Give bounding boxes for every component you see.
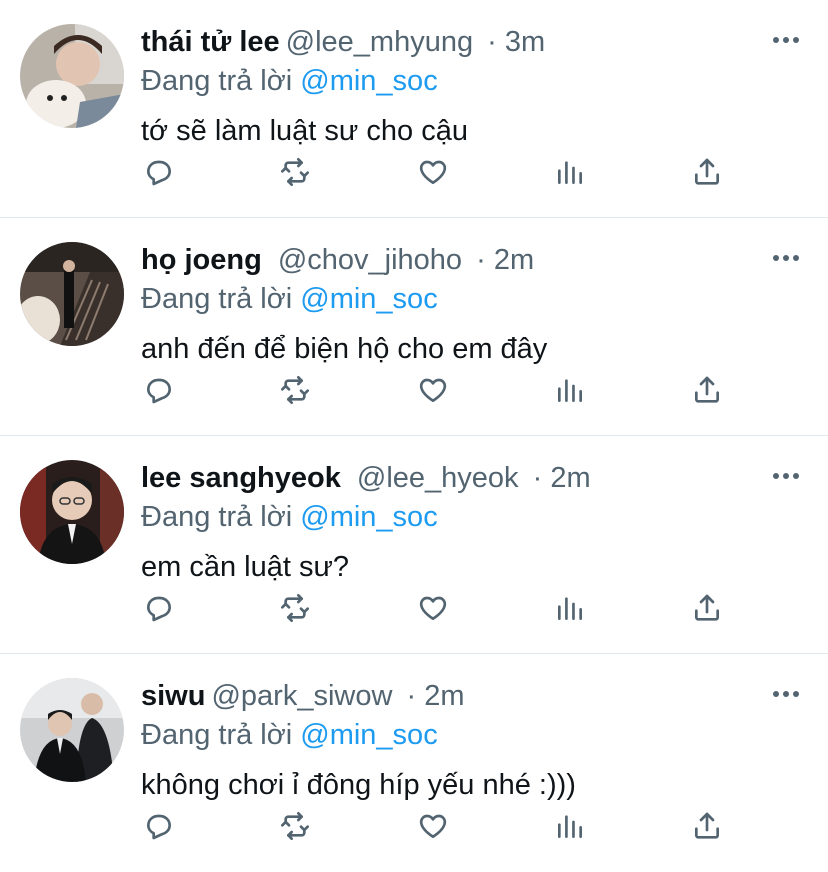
replying-to: Đang trả lời @min_soc [141, 279, 438, 319]
more-icon [773, 255, 799, 261]
tweet-text: anh đến để biện hộ cho em đây [141, 333, 548, 365]
like-button[interactable] [413, 806, 453, 846]
user-handle[interactable]: @chov_jihoho [278, 244, 462, 276]
analytics-button[interactable] [550, 152, 590, 192]
reply-icon [147, 160, 171, 186]
timestamp[interactable]: 3m [505, 26, 545, 58]
retweet-icon [281, 376, 309, 404]
retweet-button[interactable] [275, 370, 315, 410]
timestamp[interactable]: 2m [494, 244, 534, 276]
reply-icon [147, 378, 171, 404]
more-options-button[interactable] [768, 682, 804, 706]
tweet-text: không chơi ỉ đông híp yếu nhé :))) [141, 769, 576, 801]
more-icon [773, 37, 799, 43]
avatar-image-1 [20, 24, 124, 128]
mention-link[interactable]: @min_soc [300, 283, 437, 315]
tweet-1[interactable]: thái tử lee @lee_mhyung · 3m Đang trả lời… [0, 0, 828, 218]
tweet-actions [0, 588, 828, 632]
heart-icon [419, 378, 447, 402]
user-handle[interactable]: @lee_hyeok [357, 462, 519, 494]
avatar-image-3 [20, 460, 124, 564]
analytics-icon [558, 597, 582, 620]
tweet-actions [0, 152, 828, 196]
share-button[interactable] [687, 588, 727, 628]
reply-prefix: Đang trả lời [141, 501, 293, 533]
tweet-2[interactable]: họ joeng @chov_jihoho · 2m Đang trả lời @… [0, 218, 828, 436]
like-button[interactable] [413, 152, 453, 192]
share-icon [695, 812, 719, 839]
heart-icon [419, 596, 447, 620]
tweet-actions [0, 806, 828, 850]
more-icon [773, 691, 799, 697]
analytics-button[interactable] [550, 370, 590, 410]
timestamp[interactable]: 2m [550, 462, 590, 494]
more-options-button[interactable] [768, 246, 804, 270]
more-icon [773, 473, 799, 479]
mention-link[interactable]: @min_soc [300, 65, 437, 97]
more-options-button[interactable] [768, 464, 804, 488]
like-button[interactable] [413, 370, 453, 410]
share-button[interactable] [687, 370, 727, 410]
analytics-icon [558, 815, 582, 838]
share-icon [695, 376, 719, 403]
retweet-button[interactable] [275, 806, 315, 846]
share-button[interactable] [687, 152, 727, 192]
separator-dot: · [524, 462, 551, 494]
reply-prefix: Đang trả lời [141, 65, 293, 97]
share-icon [695, 158, 719, 185]
replying-to: Đang trả lời @min_soc [141, 497, 438, 537]
avatar[interactable] [20, 678, 124, 782]
reply-prefix: Đang trả lời [141, 283, 293, 315]
more-options-button[interactable] [768, 28, 804, 52]
avatar-image-2 [20, 242, 124, 346]
retweet-button[interactable] [275, 588, 315, 628]
separator-dot: · [398, 680, 425, 712]
retweet-icon [281, 594, 309, 622]
analytics-button[interactable] [550, 806, 590, 846]
analytics-icon [558, 161, 582, 184]
analytics-icon [558, 379, 582, 402]
tweet-text: tớ sẽ làm luật sư cho cậu [141, 115, 468, 147]
tweet-text: em cần luật sư? [141, 551, 350, 583]
display-name[interactable]: lee sanghyeok [141, 462, 341, 494]
share-icon [695, 594, 719, 621]
heart-icon [419, 814, 447, 838]
reply-button[interactable] [139, 588, 179, 628]
user-handle[interactable]: @park_siwow [211, 680, 392, 712]
display-name[interactable]: họ joeng [141, 244, 262, 276]
replying-to: Đang trả lời @min_soc [141, 61, 438, 101]
share-button[interactable] [687, 806, 727, 846]
retweet-button[interactable] [275, 152, 315, 192]
reply-button[interactable] [139, 370, 179, 410]
retweet-icon [281, 812, 309, 840]
tweet-actions [0, 370, 828, 414]
reply-button[interactable] [139, 806, 179, 846]
separator-dot: · [468, 244, 494, 276]
separator-dot: · [479, 26, 505, 58]
tweet-3[interactable]: lee sanghyeok @lee_hyeok · 2m Đang trả lờ… [0, 436, 828, 654]
avatar[interactable] [20, 24, 124, 128]
retweet-icon [281, 158, 309, 186]
like-button[interactable] [413, 588, 453, 628]
reply-icon [147, 596, 171, 622]
avatar[interactable] [20, 460, 124, 564]
replying-to: Đang trả lời @min_soc [141, 715, 438, 755]
display-name[interactable]: siwu [141, 680, 205, 712]
analytics-button[interactable] [550, 588, 590, 628]
display-name[interactable]: thái tử lee [141, 26, 280, 58]
mention-link[interactable]: @min_soc [300, 501, 437, 533]
timestamp[interactable]: 2m [424, 680, 464, 712]
user-handle[interactable]: @lee_mhyung [286, 26, 473, 58]
tweet-4[interactable]: siwu @park_siwow · 2m Đang trả lời @min_s… [0, 654, 828, 872]
avatar-image-4 [20, 678, 124, 782]
heart-icon [419, 160, 447, 184]
mention-link[interactable]: @min_soc [300, 719, 437, 751]
reply-icon [147, 814, 171, 840]
avatar[interactable] [20, 242, 124, 346]
reply-prefix: Đang trả lời [141, 719, 293, 751]
reply-button[interactable] [139, 152, 179, 192]
